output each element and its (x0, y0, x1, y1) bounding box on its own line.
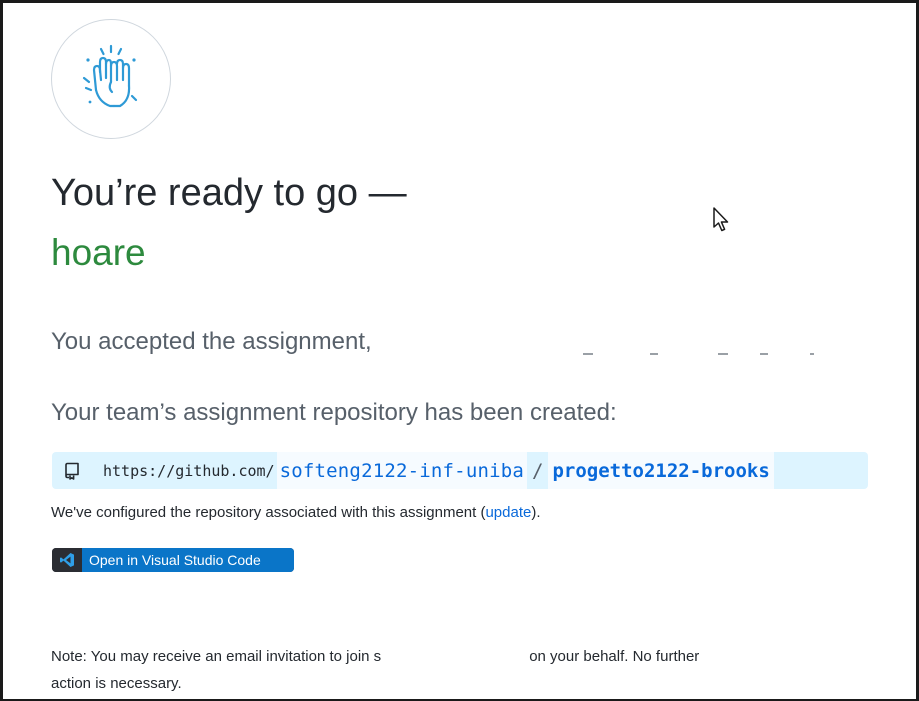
repo-icon (63, 462, 81, 480)
repository-link[interactable]: https://github.com/ softeng2122-inf-unib… (52, 452, 868, 489)
high-five-icon (51, 19, 171, 139)
configured-text: We've configured the repository associat… (51, 503, 541, 523)
repository-owner-container: softeng2122-inf-uniba (276, 452, 528, 489)
vscode-button-label: Open in Visual Studio Code (82, 548, 294, 572)
repository-owner: softeng2122-inf-uniba (279, 459, 525, 482)
note-line-1-before: Note: You may receive an email invitatio… (51, 648, 382, 665)
page-title: You’re ready to go — (51, 172, 407, 214)
note-line-1: Note: You may receive an email invitatio… (51, 643, 831, 670)
update-link[interactable]: update (485, 504, 531, 521)
accepted-assignment-text: You accepted the assignment, (51, 328, 372, 355)
note-line-1-after: on your behalf. No further (529, 648, 700, 665)
vscode-icon (52, 548, 82, 572)
repository-name: progetto2122-brooks (552, 459, 770, 482)
mouse-pointer-icon (712, 206, 732, 234)
page-frame: You’re ready to go — hoare You accepted … (0, 0, 919, 701)
note-text: Note: You may receive an email invitatio… (51, 643, 831, 697)
open-in-vscode-button[interactable]: Open in Visual Studio Code (52, 548, 294, 572)
redacted-assignment-name (388, 323, 828, 359)
note-line-2: action is necessary. (51, 675, 182, 692)
repository-created-heading: Your team’s assignment repository has be… (51, 399, 617, 426)
configured-text-after: ). (531, 504, 541, 521)
repository-separator: / (532, 459, 544, 482)
team-name: hoare (51, 232, 146, 273)
configured-text-before: We've configured the repository associat… (51, 504, 486, 521)
repository-name-container: progetto2122-brooks (548, 452, 774, 489)
redacted-org-name (381, 650, 530, 665)
repository-url-prefix: https://github.com/ (103, 461, 275, 480)
